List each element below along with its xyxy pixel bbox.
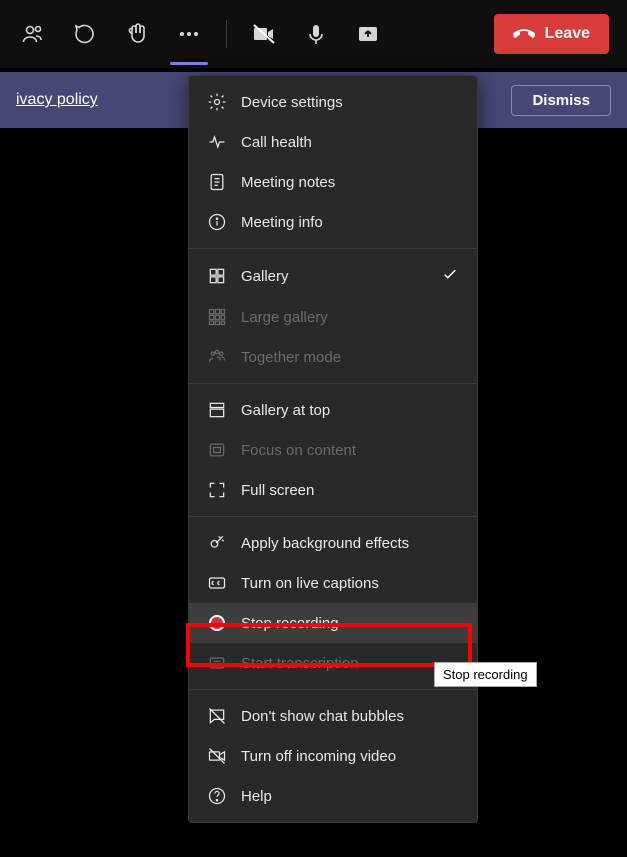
menu-label: Meeting notes <box>241 174 335 191</box>
fullscreen-icon <box>207 480 227 500</box>
focus-icon <box>207 440 227 460</box>
people-icon[interactable] <box>18 19 48 49</box>
menu-label: Device settings <box>241 94 343 111</box>
more-actions-icon[interactable] <box>174 19 204 49</box>
menu-label: Focus on content <box>241 442 356 459</box>
mic-icon[interactable] <box>301 19 331 49</box>
menu-label: Call health <box>241 134 312 151</box>
menu-label: Large gallery <box>241 309 328 326</box>
gallery-top-icon <box>207 400 227 420</box>
menu-live-captions[interactable]: Turn on live captions <box>189 563 477 603</box>
menu-label: Gallery <box>241 268 289 285</box>
menu-large-gallery: Large gallery <box>189 297 477 337</box>
menu-label: Help <box>241 788 272 805</box>
menu-focus-content: Focus on content <box>189 430 477 470</box>
privacy-policy-link[interactable]: ivacy policy <box>16 91 98 109</box>
menu-device-settings[interactable]: Device settings <box>189 82 477 122</box>
menu-label: Meeting info <box>241 214 323 231</box>
together-icon <box>207 347 227 367</box>
menu-meeting-info[interactable]: Meeting info <box>189 202 477 242</box>
menu-incoming-video[interactable]: Turn off incoming video <box>189 736 477 776</box>
menu-meeting-notes[interactable]: Meeting notes <box>189 162 477 202</box>
effects-icon <box>207 533 227 553</box>
leave-label: Leave <box>545 25 590 43</box>
menu-help[interactable]: Help <box>189 776 477 816</box>
transcription-icon <box>207 653 227 673</box>
more-actions-menu: Device settings Call health Meeting note… <box>188 75 478 823</box>
record-icon <box>207 613 227 633</box>
menu-background-effects[interactable]: Apply background effects <box>189 523 477 563</box>
info-icon <box>207 212 227 232</box>
video-off-icon <box>207 746 227 766</box>
menu-call-health[interactable]: Call health <box>189 122 477 162</box>
grid-icon <box>207 266 227 286</box>
pulse-icon <box>207 132 227 152</box>
menu-label: Full screen <box>241 482 314 499</box>
menu-label: Turn off incoming video <box>241 748 396 765</box>
menu-label: Gallery at top <box>241 402 330 419</box>
dismiss-button[interactable]: Dismiss <box>511 85 611 116</box>
menu-label: Turn on live captions <box>241 575 379 592</box>
menu-gallery-top[interactable]: Gallery at top <box>189 390 477 430</box>
menu-label: Start transcription <box>241 655 359 672</box>
menu-chat-bubbles[interactable]: Don't show chat bubbles <box>189 696 477 736</box>
menu-together-mode: Together mode <box>189 337 477 377</box>
menu-stop-recording[interactable]: Stop recording <box>189 603 477 643</box>
menu-label: Stop recording <box>241 615 339 632</box>
menu-separator <box>189 689 477 690</box>
menu-gallery[interactable]: Gallery <box>189 255 477 297</box>
menu-label: Don't show chat bubbles <box>241 708 404 725</box>
meeting-toolbar: Leave <box>0 0 627 68</box>
check-icon <box>441 265 459 287</box>
toolbar-divider <box>226 20 227 48</box>
large-grid-icon <box>207 307 227 327</box>
menu-separator <box>189 516 477 517</box>
gear-icon <box>207 92 227 112</box>
leave-button[interactable]: Leave <box>494 14 609 54</box>
menu-separator <box>189 248 477 249</box>
menu-separator <box>189 383 477 384</box>
menu-full-screen[interactable]: Full screen <box>189 470 477 510</box>
camera-off-icon[interactable] <box>249 19 279 49</box>
menu-label: Apply background effects <box>241 535 409 552</box>
chat-off-icon <box>207 706 227 726</box>
menu-label: Together mode <box>241 349 341 366</box>
reactions-icon[interactable] <box>122 19 152 49</box>
chat-icon[interactable] <box>70 19 100 49</box>
tooltip: Stop recording <box>434 662 537 687</box>
help-icon <box>207 786 227 806</box>
notes-icon <box>207 172 227 192</box>
captions-icon <box>207 573 227 593</box>
share-screen-icon[interactable] <box>353 19 383 49</box>
